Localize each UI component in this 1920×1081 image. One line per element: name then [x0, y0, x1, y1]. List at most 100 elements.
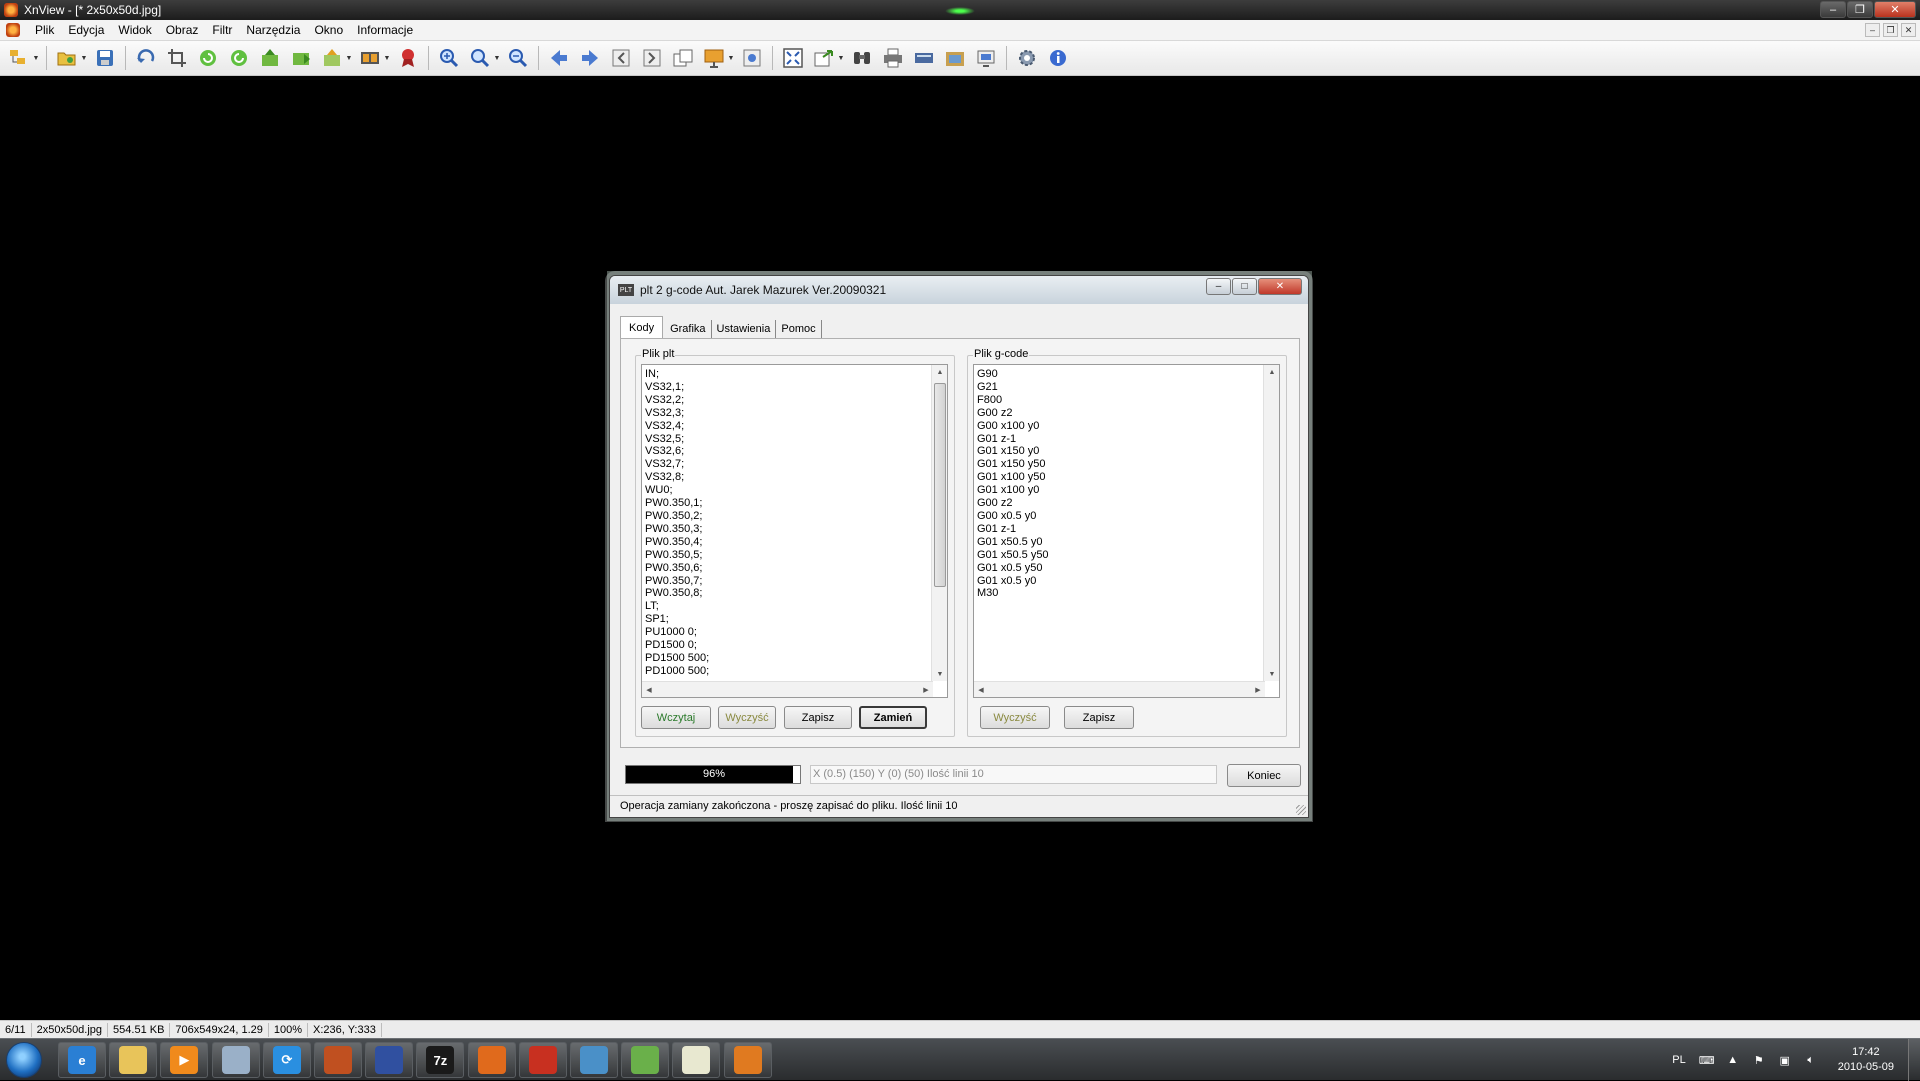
scroll-down-arrow-icon[interactable]: ▼ — [1264, 667, 1279, 681]
code-line[interactable]: F800 — [977, 394, 1049, 407]
properties-icon[interactable] — [739, 45, 765, 71]
gcode-horizontal-scrollbar[interactable]: ◀ ▶ — [974, 681, 1265, 697]
taskbar-media-player[interactable]: ▶ — [160, 1042, 209, 1078]
dialog-minimize-button[interactable]: – — [1206, 278, 1231, 295]
code-line[interactable]: VS32,2; — [645, 394, 709, 407]
code-line[interactable]: PW0.350,1; — [645, 497, 709, 510]
code-line[interactable]: WU0; — [645, 484, 709, 497]
scroll-left-arrow-icon[interactable]: ◀ — [642, 682, 656, 697]
menu-narzedzia[interactable]: Narzędzia — [239, 23, 307, 37]
volume-icon[interactable]: 🔈︎ — [1804, 1053, 1818, 1067]
scroll-right-arrow-icon[interactable]: ▶ — [1251, 682, 1265, 697]
undo-icon[interactable] — [133, 45, 159, 71]
settings-gear-icon[interactable] — [1014, 45, 1040, 71]
ribbon-icon[interactable] — [395, 45, 421, 71]
code-line[interactable]: PW0.350,6; — [645, 562, 709, 575]
clock[interactable]: 17:42 2010-05-09 — [1838, 1045, 1894, 1075]
code-line[interactable]: PD1500 500; — [645, 652, 709, 665]
gcode-listbox[interactable]: G90 G21 F800 G00 z2 G00 x100 y0 G01 z-1 G01 x1… — [973, 364, 1280, 698]
code-line[interactable]: PW0.350,5; — [645, 549, 709, 562]
filmstrip-dropdown-icon[interactable]: ▼ — [384, 45, 391, 71]
code-line[interactable]: PU1000 0; — [645, 626, 709, 639]
image-up-icon[interactable] — [319, 45, 345, 71]
tab-ustawienia[interactable]: Ustawienia — [712, 320, 777, 338]
taskbar-firefox[interactable] — [467, 1042, 516, 1078]
menu-widok[interactable]: Widok — [111, 23, 158, 37]
menu-filtr[interactable]: Filtr — [205, 23, 239, 37]
code-line[interactable]: IN; — [645, 368, 709, 381]
taskbar-green-app[interactable] — [621, 1042, 670, 1078]
menu-okno[interactable]: Okno — [307, 23, 350, 37]
document-menu-icon[interactable] — [6, 23, 20, 37]
image-up-dropdown-icon[interactable]: ▼ — [346, 45, 353, 71]
export-dropdown-icon[interactable]: ▼ — [838, 45, 845, 71]
scroll-left-arrow-icon[interactable]: ◀ — [974, 682, 988, 697]
show-desktop-button[interactable] — [1908, 1039, 1920, 1081]
taskbar-internet-explorer[interactable]: e — [58, 1042, 106, 1078]
gcode-vertical-scrollbar[interactable]: ▲ ▼ — [1263, 365, 1279, 681]
code-line[interactable]: SP1; — [645, 613, 709, 626]
plt-vertical-scrollbar[interactable]: ▲ ▼ — [931, 365, 947, 681]
end-button[interactable]: Koniec — [1227, 764, 1301, 787]
code-line[interactable]: G01 z-1 — [977, 523, 1049, 536]
code-line[interactable]: G00 x100 y0 — [977, 420, 1049, 433]
zoom-dropdown-icon[interactable]: ▼ — [494, 45, 501, 71]
last-page-icon[interactable] — [639, 45, 665, 71]
menu-edycja[interactable]: Edycja — [61, 23, 111, 37]
code-line[interactable]: PD1500 0; — [645, 639, 709, 652]
dialog-title-bar[interactable]: PLT plt 2 g-code Aut. Jarek Mazurek Ver.… — [610, 276, 1308, 304]
close-button[interactable]: ✕ — [1874, 1, 1916, 18]
next-icon[interactable] — [577, 45, 603, 71]
taskbar-sync-app[interactable]: ⟳ — [262, 1042, 311, 1078]
capture-icon[interactable] — [942, 45, 968, 71]
slideshow-dropdown-icon[interactable]: ▼ — [728, 45, 735, 71]
save-icon[interactable] — [92, 45, 118, 71]
code-line[interactable]: G01 x50.5 y50 — [977, 549, 1049, 562]
show-hidden-icons-icon[interactable]: ▲ — [1726, 1053, 1740, 1067]
copy-window-icon[interactable] — [670, 45, 696, 71]
code-line[interactable]: PW0.350,2; — [645, 510, 709, 523]
first-page-icon[interactable] — [608, 45, 634, 71]
load-plt-button[interactable]: Wczytaj — [641, 706, 711, 729]
zoom-out-icon[interactable] — [505, 45, 531, 71]
code-line[interactable]: VS32,1; — [645, 381, 709, 394]
previous-icon[interactable] — [546, 45, 572, 71]
code-line[interactable]: G00 z2 — [977, 407, 1049, 420]
scroll-down-arrow-icon[interactable]: ▼ — [932, 667, 947, 681]
move-right-icon[interactable] — [288, 45, 314, 71]
menu-informacje[interactable]: Informacje — [350, 23, 420, 37]
zoom-in-icon[interactable] — [436, 45, 462, 71]
code-line[interactable]: G01 x50.5 y0 — [977, 536, 1049, 549]
plt-horizontal-scrollbar[interactable]: ◀ ▶ — [642, 681, 933, 697]
crop-icon[interactable] — [164, 45, 190, 71]
tab-pomoc[interactable]: Pomoc — [776, 320, 822, 338]
export-icon[interactable] — [811, 45, 837, 71]
code-line[interactable]: G01 x100 y50 — [977, 471, 1049, 484]
taskbar-file-explorer[interactable] — [109, 1042, 158, 1078]
convert-button[interactable]: Zamień — [859, 706, 927, 729]
dialog-close-button[interactable]: ✕ — [1258, 278, 1302, 295]
code-line[interactable]: G01 x100 y0 — [977, 484, 1049, 497]
language-indicator[interactable]: PL — [1672, 1054, 1685, 1066]
xnview-app-icon[interactable] — [4, 3, 18, 17]
code-line[interactable]: VS32,4; — [645, 420, 709, 433]
dialog-maximize-button[interactable]: □ — [1232, 278, 1257, 295]
keyboard-icon[interactable]: ⌨ — [1699, 1053, 1715, 1067]
taskbar-pen-tool[interactable] — [365, 1042, 414, 1078]
info-icon[interactable] — [1045, 45, 1071, 71]
maximize-button[interactable]: ❐ — [1847, 1, 1873, 18]
taskbar-network-folder[interactable] — [211, 1042, 260, 1078]
code-line[interactable]: M30 — [977, 587, 1049, 600]
scroll-right-arrow-icon[interactable]: ▶ — [919, 682, 933, 697]
open-dropdown-icon[interactable]: ▼ — [81, 45, 88, 71]
action-center-icon[interactable]: ⚑ — [1752, 1053, 1766, 1067]
code-line[interactable]: G90 — [977, 368, 1049, 381]
code-line[interactable]: G01 x0.5 y0 — [977, 575, 1049, 588]
save-plt-button[interactable]: Zapisz — [784, 706, 852, 729]
taskbar-messenger[interactable] — [570, 1042, 618, 1078]
menu-obraz[interactable]: Obraz — [159, 23, 206, 37]
code-line[interactable]: G21 — [977, 381, 1049, 394]
clear-plt-button[interactable]: Wyczyść — [718, 706, 776, 729]
code-line[interactable]: PW0.350,3; — [645, 523, 709, 536]
open-folder-icon[interactable] — [54, 45, 80, 71]
